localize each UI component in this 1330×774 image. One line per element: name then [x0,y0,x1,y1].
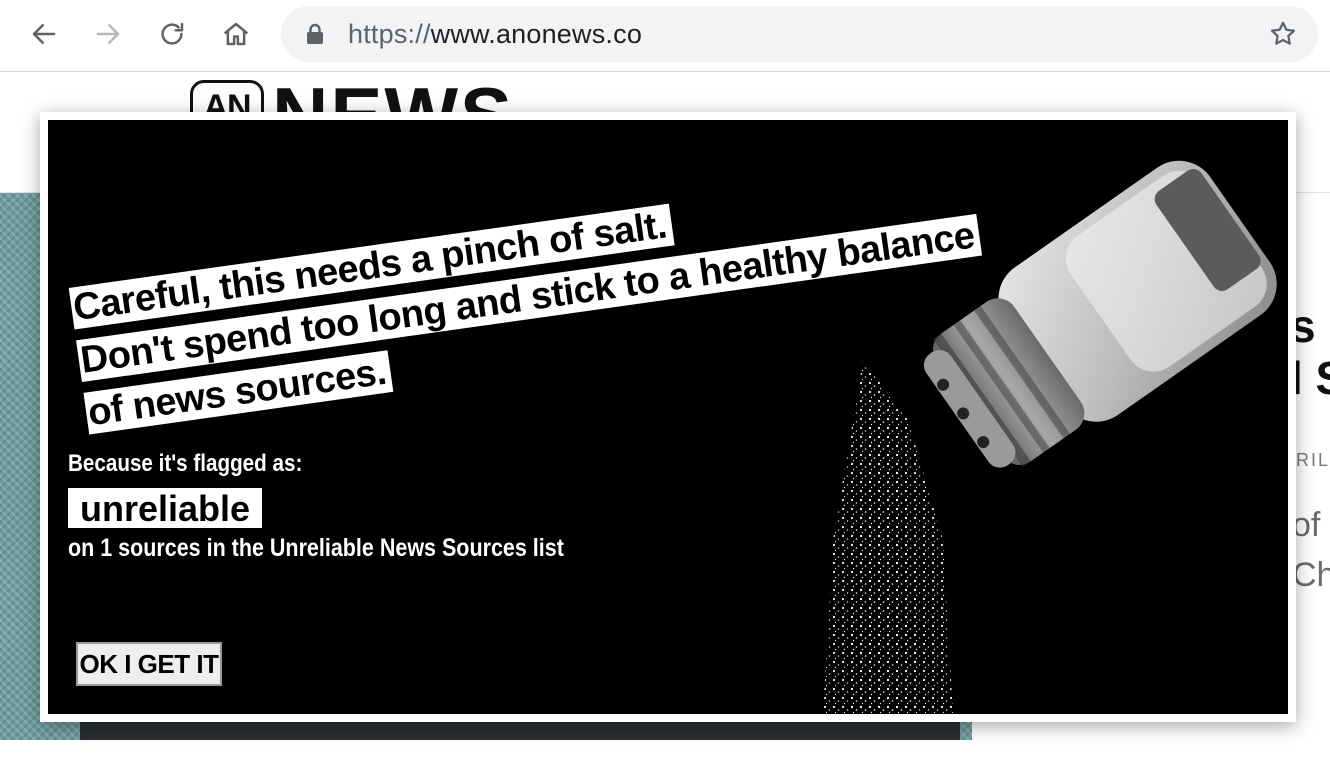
flag-label-badge: unreliable [68,488,263,529]
browser-toolbar: https://www.anonews.co [0,0,1330,72]
article-date-partial: RIL [1296,450,1330,470]
flag-intro-text: Because it's flagged as: [68,450,303,477]
article-summary-partial: of Ch [1292,500,1330,600]
article-headline-line: s [1290,300,1316,352]
address-bar[interactable]: https://www.anonews.co [281,6,1318,62]
home-button[interactable] [216,14,256,54]
lock-icon [307,23,323,44]
article-headline-partial[interactable]: s l S [1290,300,1330,404]
article-headline-line: l S [1290,352,1330,404]
flag-source-text: on 1 sources in the Unreliable News Sour… [68,534,564,562]
unreliable-source-modal: Careful, this needs a pinch of salt. Don… [40,112,1296,722]
article-summary-line: Ch [1292,556,1330,594]
url-scheme: https:// [348,19,431,49]
arrow-left-icon [32,24,56,44]
url-text: https://www.anonews.co [348,19,642,50]
forward-button[interactable] [88,14,128,54]
article-summary-line: of [1292,506,1321,544]
modal-content: Careful, this needs a pinch of salt. Don… [48,120,1288,714]
reload-button[interactable] [152,14,192,54]
ok-i-get-it-button[interactable]: OK I GET IT [76,642,222,686]
reload-icon [161,22,184,45]
home-icon [223,22,249,46]
back-button[interactable] [24,14,64,54]
arrow-right-icon [96,24,120,44]
url-host: www.anonews.co [430,19,643,49]
star-icon[interactable] [1268,19,1298,49]
